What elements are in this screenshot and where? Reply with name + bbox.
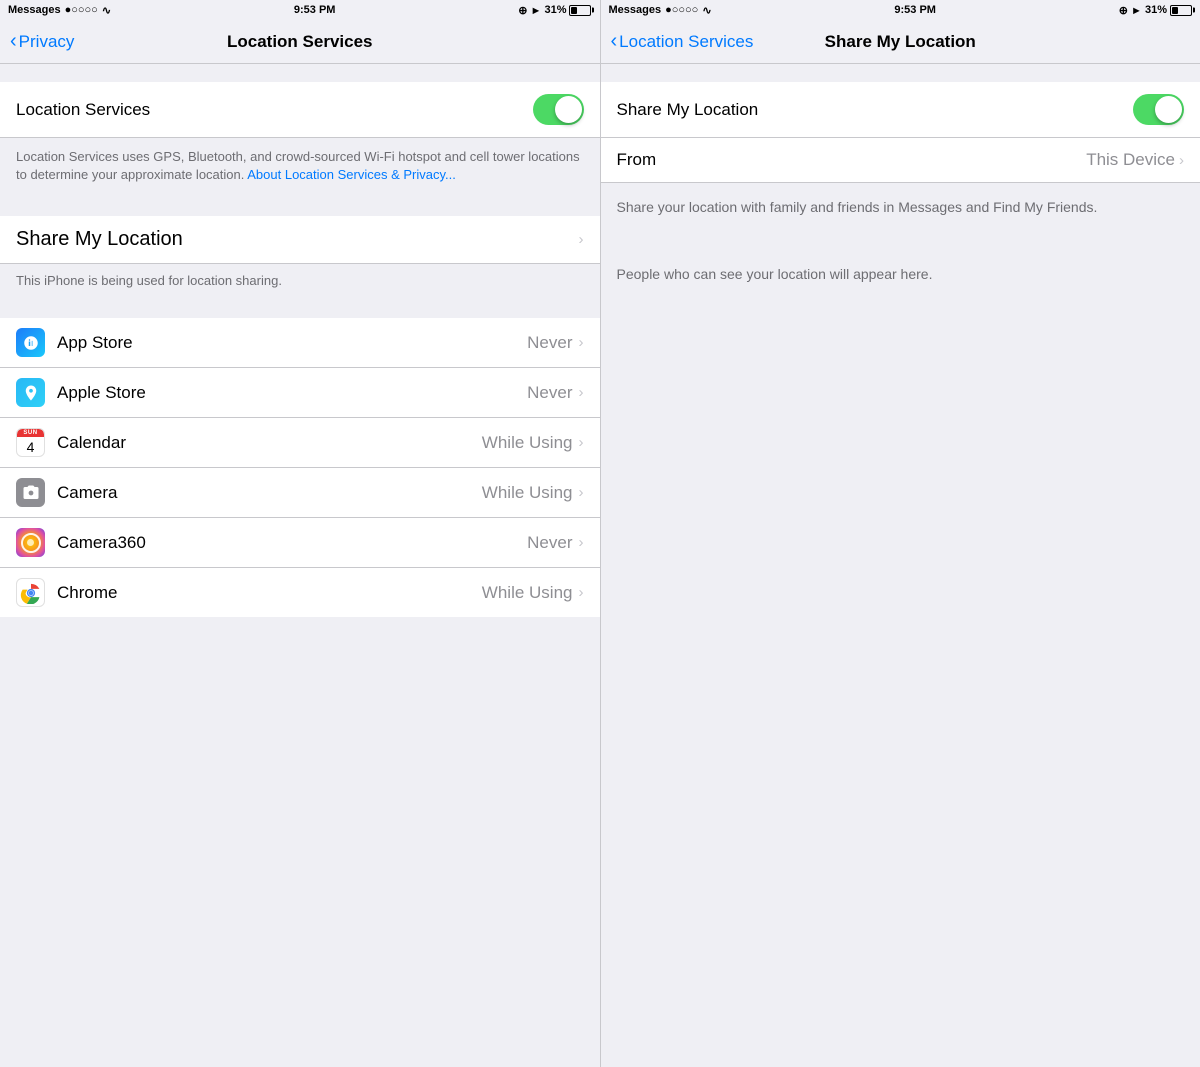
status-bars: Messages ●○○○○ ∿ 9:53 PM ⊕ ► 31% Message… xyxy=(0,0,1200,20)
camera-value: While Using xyxy=(482,483,573,503)
list-item-camera360[interactable]: Camera360 Never › xyxy=(0,518,600,568)
location-services-description-block: Location Services uses GPS, Bluetooth, a… xyxy=(0,138,600,198)
right-status-bar: Messages ●○○○○ ∿ 9:53 PM ⊕ ► 31% xyxy=(601,0,1200,20)
right-location-icon: ⊕ ► xyxy=(1119,4,1142,17)
left-back-button[interactable]: ‹ Privacy xyxy=(10,30,74,53)
left-battery-icon xyxy=(569,5,591,16)
chrome-chevron: › xyxy=(579,584,584,601)
list-item-appstore[interactable]: App Store Never › xyxy=(0,318,600,368)
from-value-wrap: This Device › xyxy=(1086,150,1184,170)
share-my-location-section: Share My Location › xyxy=(0,216,600,264)
left-nav-bar: ‹ Privacy Location Services xyxy=(0,20,601,63)
nav-bars: ‹ Privacy Location Services ‹ Location S… xyxy=(0,20,1200,64)
right-status-right: ⊕ ► 31% xyxy=(1119,4,1192,17)
left-location-icon: ⊕ ► xyxy=(518,4,541,17)
applestore-icon xyxy=(16,378,45,407)
applestore-label: Apple Store xyxy=(57,383,527,403)
share-my-location-label: Share My Location xyxy=(16,228,183,251)
chrome-icon xyxy=(16,578,45,607)
share-my-location-toggle-row: Share My Location xyxy=(601,82,1200,138)
list-item-chrome[interactable]: Chrome While Using › xyxy=(0,568,600,617)
calendar-chevron: › xyxy=(579,434,584,451)
right-nav-bar: ‹ Location Services Share My Location xyxy=(601,20,1200,63)
location-services-toggle[interactable] xyxy=(533,94,584,125)
apps-list-section: App Store Never › Apple Store Never › xyxy=(0,318,600,617)
share-my-location-sublabel-block: This iPhone is being used for location s… xyxy=(0,264,600,300)
right-description-text: Share your location with family and frie… xyxy=(617,199,1098,215)
location-services-description: Location Services uses GPS, Bluetooth, a… xyxy=(16,149,580,182)
left-time: 9:53 PM xyxy=(294,4,336,16)
right-status-left: Messages ●○○○○ ∿ xyxy=(609,4,712,17)
list-item-camera[interactable]: Camera While Using › xyxy=(0,468,600,518)
right-back-button[interactable]: ‹ Location Services xyxy=(611,30,754,53)
right-back-label: Location Services xyxy=(619,32,753,52)
right-people-text: People who can see your location will ap… xyxy=(617,266,933,282)
toggle-knob xyxy=(555,96,582,123)
location-services-toggle-row: Location Services xyxy=(0,82,600,138)
camera360-value: Never xyxy=(527,533,572,553)
share-my-location-sublabel: This iPhone is being used for location s… xyxy=(16,273,282,288)
chrome-label: Chrome xyxy=(57,583,482,603)
left-app-name: Messages xyxy=(8,4,61,16)
camera-label: Camera xyxy=(57,483,482,503)
right-back-chevron: ‹ xyxy=(611,30,618,53)
right-app-name: Messages xyxy=(609,4,662,16)
left-back-label: Privacy xyxy=(19,32,75,52)
appstore-label: App Store xyxy=(57,333,527,353)
appstore-value: Never xyxy=(527,333,572,353)
right-battery-icon xyxy=(1170,5,1192,16)
right-panel: Share My Location From This Device › Sha… xyxy=(601,64,1200,1067)
appstore-icon xyxy=(16,328,45,357)
right-description-block: Share your location with family and frie… xyxy=(601,183,1200,232)
chrome-value: While Using xyxy=(482,583,573,603)
calendar-icon: SUN 4 xyxy=(16,428,45,457)
right-time: 9:53 PM xyxy=(894,4,936,16)
left-status-left: Messages ●○○○○ ∿ xyxy=(8,4,111,17)
location-services-label: Location Services xyxy=(16,100,150,120)
right-nav-title: Share My Location xyxy=(825,32,976,52)
left-back-chevron: ‹ xyxy=(10,30,17,53)
right-signal: ●○○○○ xyxy=(665,4,698,16)
share-my-location-right-label: Share My Location xyxy=(617,100,759,120)
from-label: From xyxy=(617,150,657,170)
right-wifi-icon: ∿ xyxy=(702,4,711,17)
calendar-label: Calendar xyxy=(57,433,482,453)
share-my-location-toggle[interactable] xyxy=(1133,94,1184,125)
right-battery-pct: 31% xyxy=(1145,4,1167,16)
applestore-chevron: › xyxy=(579,384,584,401)
calendar-value: While Using xyxy=(482,433,573,453)
left-status-bar: Messages ●○○○○ ∿ 9:53 PM ⊕ ► 31% xyxy=(0,0,601,20)
left-nav-title: Location Services xyxy=(227,32,373,52)
from-row[interactable]: From This Device › xyxy=(601,138,1200,183)
camera360-chevron: › xyxy=(579,534,584,551)
gap-top-left xyxy=(0,64,600,82)
gap-top-right xyxy=(601,64,1200,82)
camera360-icon xyxy=(16,528,45,557)
left-battery-pct: 31% xyxy=(544,4,566,16)
share-toggle-knob xyxy=(1155,96,1182,123)
left-signal: ●○○○○ xyxy=(65,4,98,16)
from-value: This Device xyxy=(1086,150,1175,170)
camera360-label: Camera360 xyxy=(57,533,527,553)
camera-icon xyxy=(16,478,45,507)
right-people-block: People who can see your location will ap… xyxy=(601,250,1200,299)
content-area: Location Services Location Services uses… xyxy=(0,64,1200,1067)
applestore-value: Never xyxy=(527,383,572,403)
list-item-calendar[interactable]: SUN 4 Calendar While Using › xyxy=(0,418,600,468)
list-item-applestore[interactable]: Apple Store Never › xyxy=(0,368,600,418)
left-wifi-icon: ∿ xyxy=(102,4,111,17)
location-privacy-link[interactable]: About Location Services & Privacy... xyxy=(247,167,456,182)
share-my-location-chevron: › xyxy=(579,231,584,248)
gap-mid-right xyxy=(601,232,1200,250)
share-my-location-row[interactable]: Share My Location › xyxy=(0,216,600,264)
left-panel: Location Services Location Services uses… xyxy=(0,64,601,1067)
left-status-right: ⊕ ► 31% xyxy=(518,4,591,17)
from-chevron: › xyxy=(1179,152,1184,169)
appstore-chevron: › xyxy=(579,334,584,351)
camera-chevron: › xyxy=(579,484,584,501)
